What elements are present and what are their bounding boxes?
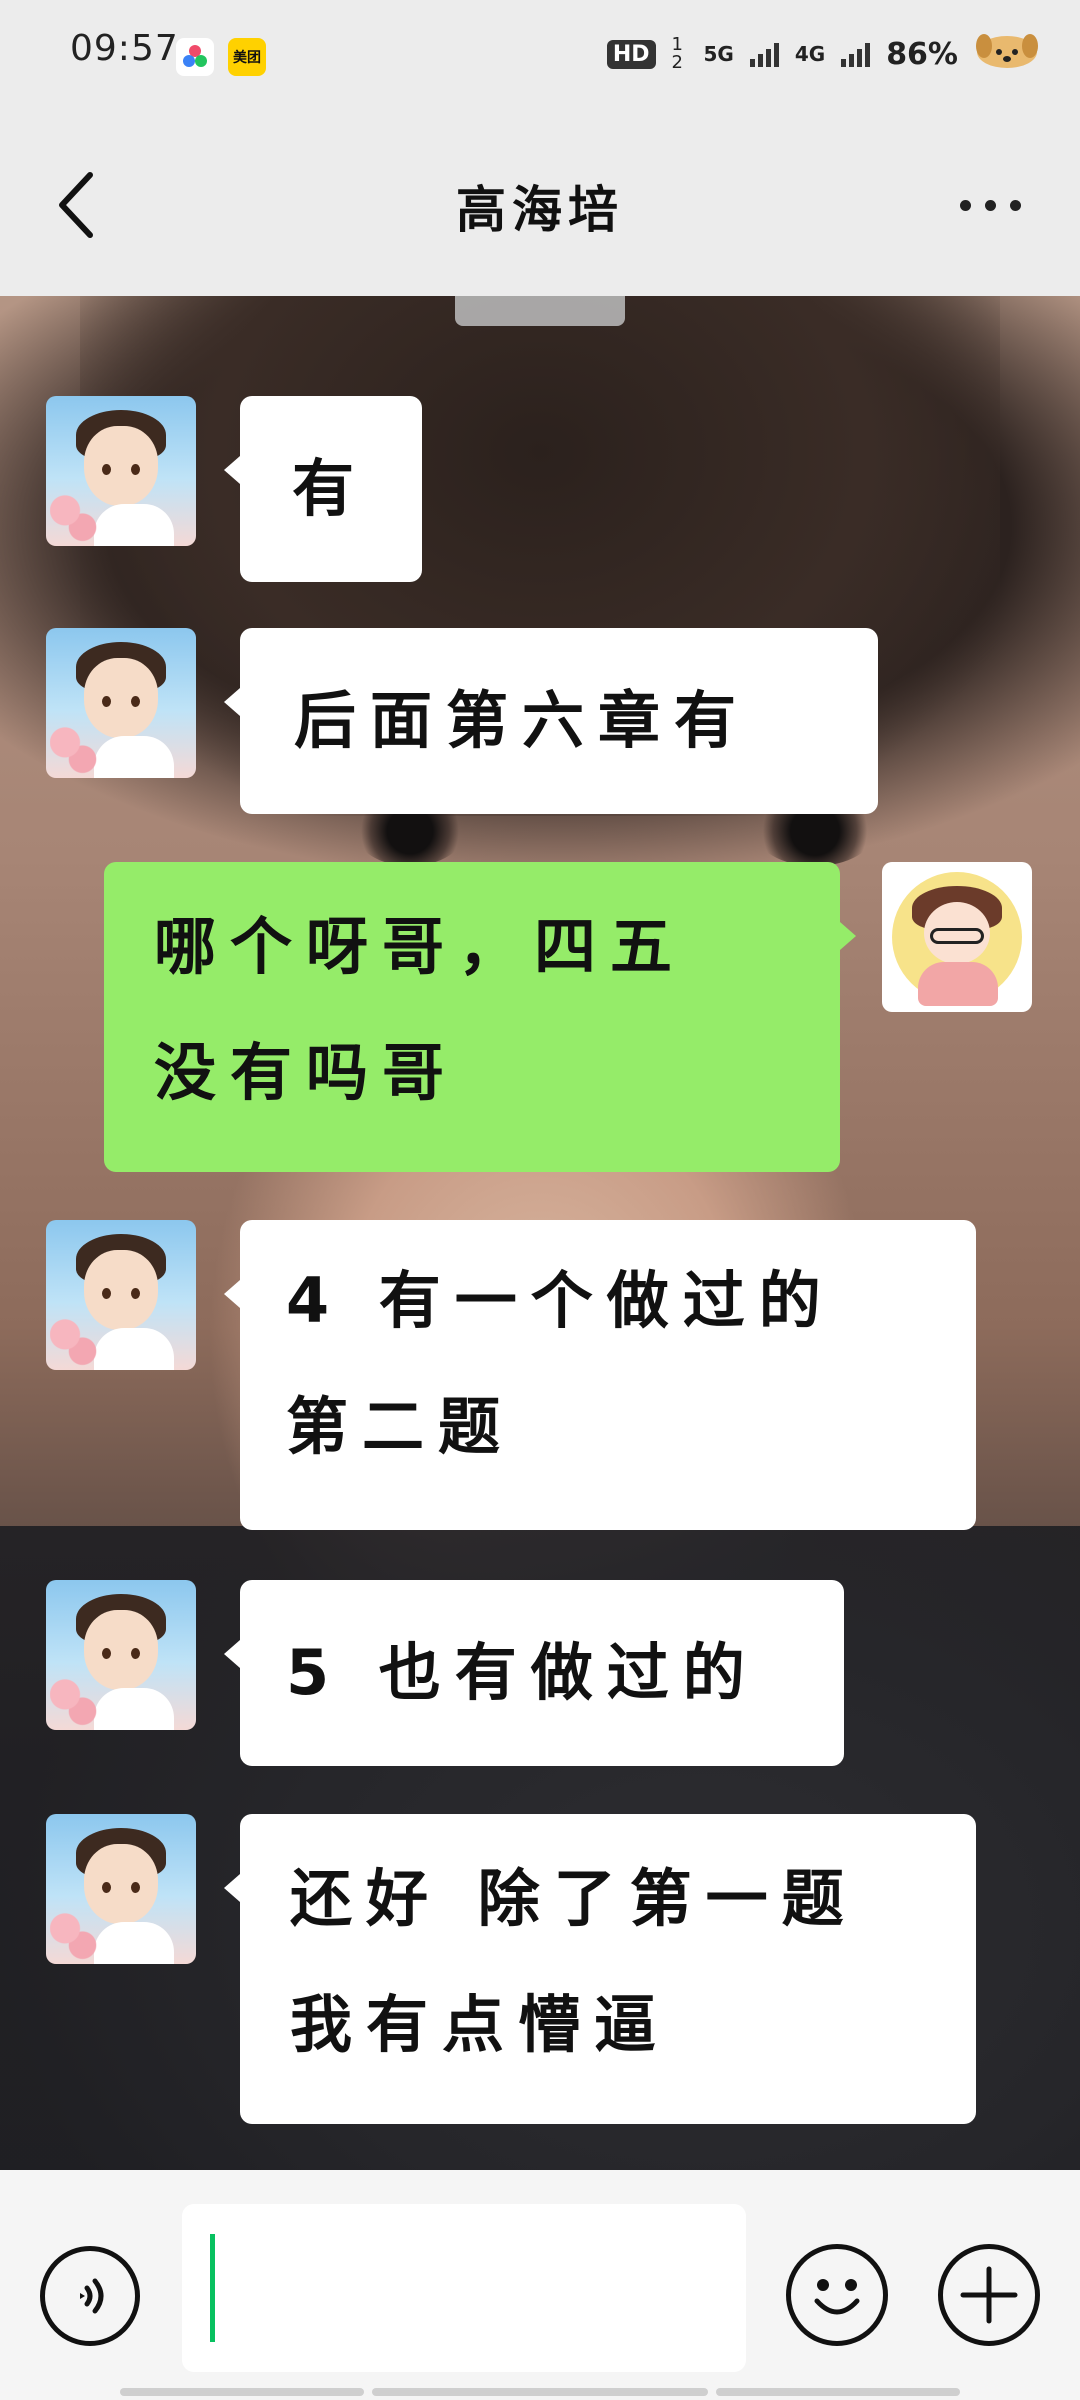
sim-label: 1 2 bbox=[671, 34, 683, 73]
incoming-message-bubble[interactable]: 4 有一个做过的 第二题 bbox=[224, 1220, 976, 1530]
status-bar: 09:57 美团 HD 1 2 5G 4G 86% bbox=[0, 0, 1080, 110]
plus-icon bbox=[960, 2266, 1018, 2324]
contact-avatar[interactable] bbox=[46, 628, 196, 778]
more-button[interactable] bbox=[950, 180, 1030, 230]
voice-icon bbox=[80, 2278, 104, 2314]
contact-avatar[interactable] bbox=[46, 396, 196, 546]
more-dots-icon bbox=[959, 199, 971, 211]
chat-header: 高海培 bbox=[0, 110, 1080, 296]
contact-avatar[interactable] bbox=[46, 1580, 196, 1730]
emoji-button[interactable] bbox=[786, 2244, 888, 2346]
message-text-line: 第二题 bbox=[286, 1390, 515, 1463]
network-5g-label: 5G bbox=[703, 42, 734, 66]
meituan-label: 美团 bbox=[233, 50, 261, 66]
chat-message-list[interactable]: 有 后面第六章有 哪个呀哥，四五 没有吗哥 4 有一个做过的 第二题 5 也有做… bbox=[0, 296, 1080, 2170]
voice-button[interactable] bbox=[40, 2246, 140, 2346]
status-time: 09:57 bbox=[70, 28, 179, 69]
contact-avatar[interactable] bbox=[46, 1220, 196, 1370]
message-text: 5 也有做过的 bbox=[286, 1636, 759, 1709]
signal-icon bbox=[841, 41, 871, 67]
contact-avatar[interactable] bbox=[46, 1814, 196, 1964]
input-bar bbox=[0, 2170, 1080, 2400]
message-text-line: 我有点懵逼 bbox=[290, 1988, 671, 2061]
incoming-message-bubble[interactable]: 还好 除了第一题 我有点懵逼 bbox=[224, 1814, 976, 2124]
more-functions-button[interactable] bbox=[938, 2244, 1040, 2346]
message-text: 有 bbox=[292, 452, 369, 525]
message-text-line: 没有吗哥 bbox=[154, 1036, 459, 1109]
incoming-message-bubble[interactable]: 5 也有做过的 bbox=[224, 1580, 844, 1766]
status-indicators: HD 1 2 5G 4G 86% bbox=[606, 30, 1040, 78]
incoming-message-bubble[interactable]: 后面第六章有 bbox=[224, 628, 878, 814]
nav-bar-segment bbox=[372, 2388, 708, 2396]
message-input[interactable] bbox=[182, 2204, 746, 2372]
signal-icon bbox=[749, 41, 779, 67]
flower-app-icon bbox=[176, 38, 214, 76]
incoming-message-bubble[interactable]: 有 bbox=[224, 396, 422, 582]
message-text-line: 还好 除了第一题 bbox=[290, 1862, 858, 1935]
outgoing-message-bubble[interactable]: 哪个呀哥，四五 没有吗哥 bbox=[104, 862, 856, 1172]
scroll-grip[interactable] bbox=[455, 296, 625, 326]
dog-mascot-icon bbox=[974, 30, 1040, 78]
network-4g-label: 4G bbox=[794, 42, 826, 66]
hd-badge: HD bbox=[606, 39, 656, 69]
text-caret bbox=[210, 2234, 215, 2342]
meituan-icon: 美团 bbox=[228, 38, 266, 76]
chat-title: 高海培 bbox=[456, 181, 624, 239]
message-text-line: 哪个呀哥，四五 bbox=[154, 910, 687, 983]
message-text: 后面第六章有 bbox=[294, 684, 751, 757]
emoji-icon bbox=[814, 2279, 860, 2315]
nav-bar-segment bbox=[716, 2388, 960, 2396]
message-text-line: 4 有一个做过的 bbox=[286, 1264, 835, 1337]
battery-percent: 86% bbox=[886, 36, 958, 72]
my-avatar[interactable] bbox=[882, 862, 1032, 1012]
nav-bar-segment bbox=[120, 2388, 364, 2396]
